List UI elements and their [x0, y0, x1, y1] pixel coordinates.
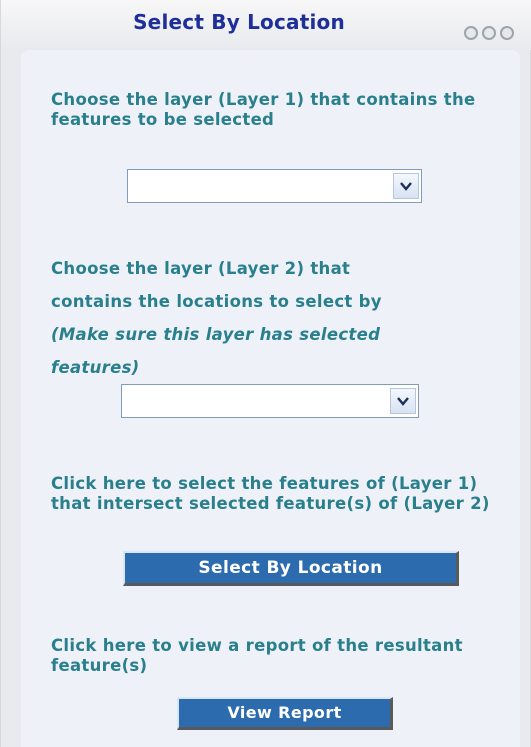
layer1-instruction: Choose the layer (Layer 1) that contains… — [51, 90, 476, 129]
view-report-button[interactable]: View Report — [177, 697, 393, 730]
panel-body: Choose the layer (Layer 1) that contains… — [21, 50, 520, 747]
layer2-select[interactable] — [121, 384, 419, 418]
window-controls[interactable] — [464, 26, 514, 40]
circle-icon[interactable] — [482, 26, 496, 40]
layer2-instruction-line1: Choose the layer (Layer 2) that — [51, 259, 351, 278]
chevron-down-icon[interactable] — [393, 173, 419, 199]
circle-icon[interactable] — [464, 26, 478, 40]
select-by-location-panel: Select By Location Choose the layer (Lay… — [0, 0, 531, 747]
panel-title: Select By Location — [133, 10, 345, 34]
layer2-instruction-note-line2: features) — [51, 358, 140, 377]
chevron-down-icon[interactable] — [390, 388, 416, 414]
select-instruction: Click here to select the features of (La… — [51, 474, 490, 513]
layer2-instruction-note-line1: (Make sure this layer has selected — [51, 325, 381, 344]
layer2-instruction: Choose the layer (Layer 2) that contains… — [51, 252, 506, 384]
circle-icon[interactable] — [500, 26, 514, 40]
layer1-select[interactable] — [127, 169, 422, 203]
panel-header: Select By Location — [1, 0, 531, 50]
report-instruction: Click here to view a report of the resul… — [51, 636, 463, 675]
select-by-location-button[interactable]: Select By Location — [123, 551, 459, 586]
layer2-instruction-line2: contains the locations to select by — [51, 292, 382, 311]
